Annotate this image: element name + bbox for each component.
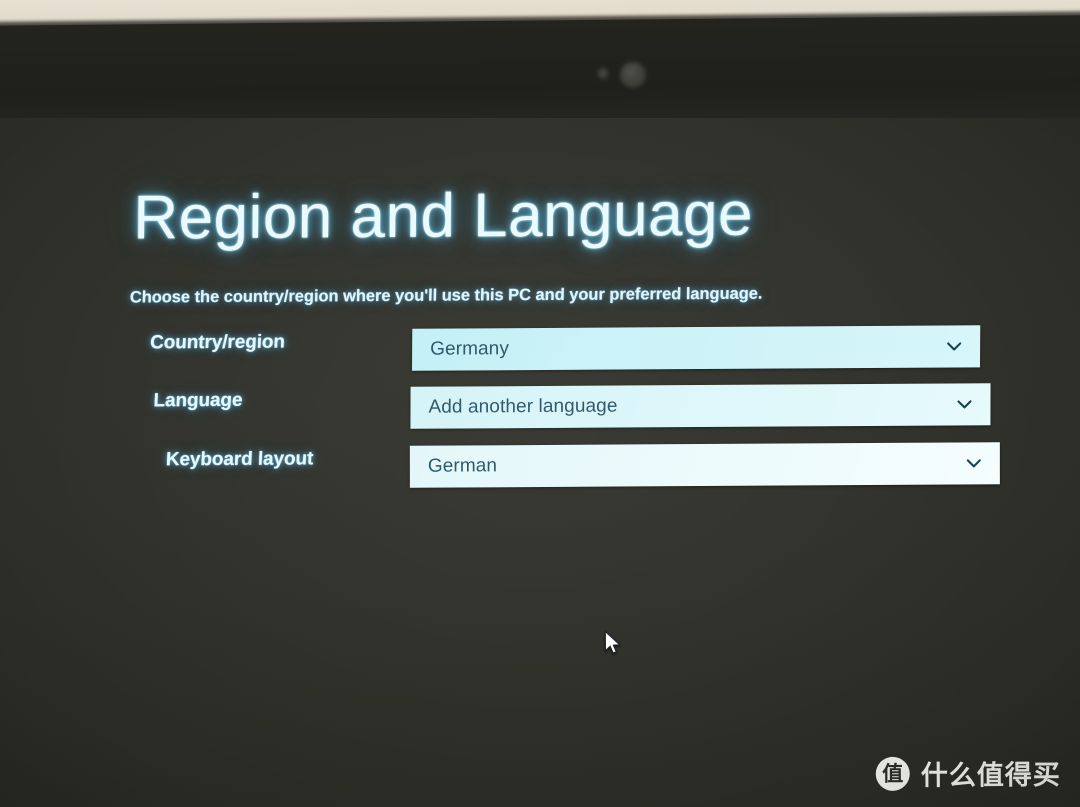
form-row-keyboard-layout: Keyboard layout German	[1, 442, 1080, 495]
dropdown-country-region-value: Germany	[430, 338, 510, 360]
label-language: Language	[153, 389, 243, 412]
chevron-down-icon	[966, 459, 981, 468]
webcam-lens-icon	[620, 62, 646, 88]
dropdown-language[interactable]: Add another language	[410, 383, 991, 429]
oobe-region-language-page: Region and Language Choose the country/r…	[0, 118, 1080, 807]
chevron-down-icon	[957, 400, 972, 409]
laptop-photo: Region and Language Choose the country/r…	[0, 0, 1080, 807]
label-country-region: Country/region	[149, 331, 286, 354]
smzdm-logo-icon: 值	[875, 756, 910, 791]
dropdown-language-value: Add another language	[428, 395, 618, 418]
dropdown-country-region[interactable]: Germany	[412, 325, 981, 371]
page-title: Region and Language	[133, 179, 754, 253]
page-subtitle: Choose the country/region where you'll u…	[129, 284, 763, 307]
mouse-pointer-icon	[604, 630, 621, 654]
chevron-down-icon	[947, 342, 962, 351]
dropdown-keyboard-layout-value: German	[427, 455, 498, 477]
laptop-screen: Region and Language Choose the country/r…	[0, 118, 1080, 807]
watermark-text: 什么值得买	[920, 759, 1061, 792]
dropdown-keyboard-layout[interactable]: German	[409, 442, 1000, 488]
form-row-country-region: Country/region Germany	[0, 325, 1080, 378]
form-row-language: Language Add another language	[0, 383, 1080, 436]
region-language-form: Country/region Germany Language Add anot…	[0, 118, 1079, 488]
label-keyboard-layout: Keyboard layout	[164, 448, 314, 471]
webcam-indicator-led-icon	[598, 68, 608, 79]
watermark: 值 什么值得买	[875, 753, 1061, 793]
